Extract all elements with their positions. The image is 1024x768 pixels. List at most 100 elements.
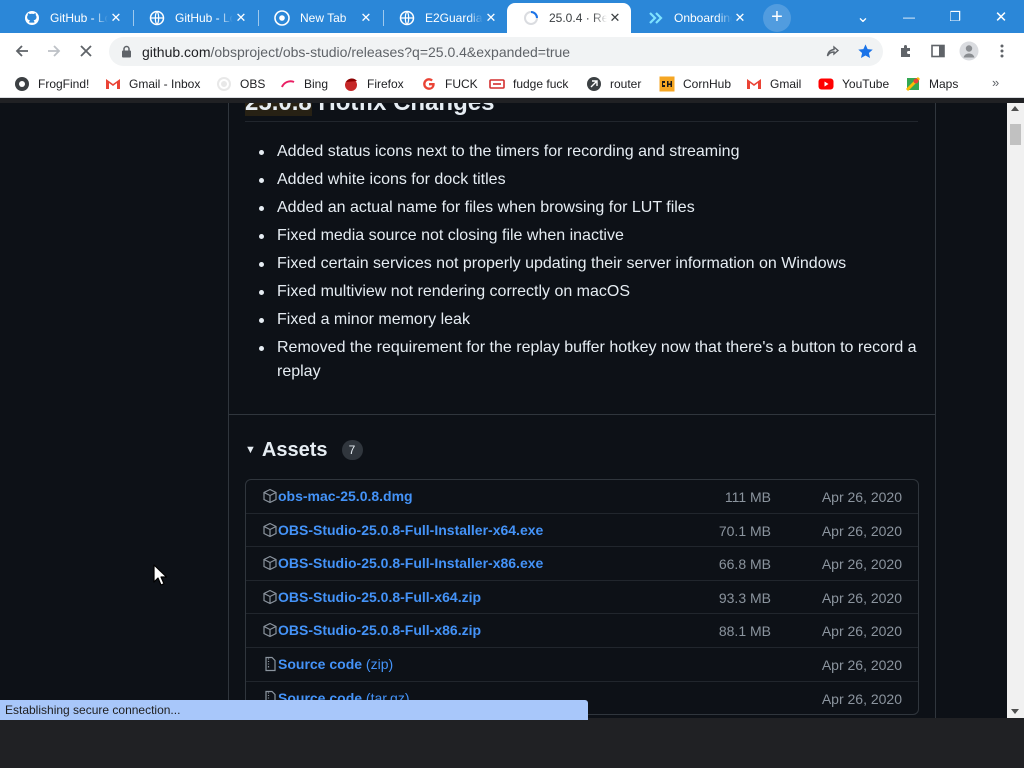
- asset-size: 70.1 MB: [718, 522, 771, 539]
- back-button[interactable]: [8, 37, 36, 65]
- release-notes-list: Added status icons next to the timers fo…: [245, 140, 918, 388]
- page-viewport: 25.0.8 Hotfix Changes Added status icons…: [0, 103, 1007, 718]
- gmail-icon: [746, 76, 762, 92]
- bookmark-gmail-inbox[interactable]: Gmail - Inbox: [105, 75, 200, 93]
- browser-toolbar: github.com/obsproject/obs-studio/release…: [0, 33, 1024, 70]
- package-icon: [263, 589, 277, 604]
- asset-download-link[interactable]: OBS-Studio-25.0.8-Full-x86.zip: [278, 622, 481, 638]
- list-item: Fixed certain services not properly upda…: [245, 252, 918, 276]
- close-icon[interactable]: ✕: [607, 10, 623, 26]
- bookmark-router[interactable]: router: [586, 75, 641, 93]
- list-item: Added status icons next to the timers fo…: [245, 140, 918, 164]
- package-icon: [263, 522, 277, 537]
- new-tab-button[interactable]: +: [763, 4, 791, 32]
- bookmark-label: FrogFind!: [38, 77, 90, 91]
- bookmark-fuck[interactable]: FUCK: [421, 75, 478, 93]
- asset-date: Apr 26, 2020: [821, 522, 902, 539]
- restore-button[interactable]: ❐: [932, 0, 978, 33]
- tab-e2guardian[interactable]: E2Guardian ✕: [383, 3, 507, 33]
- asset-date: Apr 26, 2020: [821, 489, 902, 505]
- file-zip-icon: [265, 656, 276, 672]
- bookmark-label: router: [610, 77, 642, 91]
- tab-title: GitHub - Lo: [50, 11, 108, 25]
- asset-row: Source code (zip) Apr 26, 2020: [246, 648, 918, 682]
- list-item: Added an actual name for files when brow…: [245, 196, 918, 220]
- close-window-button[interactable]: ✕: [978, 0, 1024, 33]
- asset-row: OBS-Studio-25.0.8-Full-x64.zip 93.3 MB A…: [246, 581, 918, 615]
- asset-download-link[interactable]: OBS-Studio-25.0.8-Full-x64.zip: [278, 589, 481, 605]
- page-scrollbar[interactable]: [1007, 103, 1024, 718]
- asset-download-link[interactable]: obs-mac-25.0.8.dmg: [278, 488, 413, 504]
- gmail-icon: [105, 76, 121, 92]
- scroll-down-icon[interactable]: [1011, 709, 1019, 714]
- package-icon: [263, 488, 277, 504]
- asset-size: 111 MB: [724, 489, 771, 505]
- tab-github-1[interactable]: GitHub - Lo ✕: [8, 3, 132, 33]
- scroll-up-icon[interactable]: [1011, 106, 1019, 111]
- star-icon: [858, 44, 873, 59]
- bookmark-cornhub[interactable]: CornHub: [659, 75, 731, 93]
- maps-icon: [905, 76, 921, 92]
- bookmark-fudge-fuck[interactable]: fudge fuck: [489, 75, 568, 93]
- side-panel-button[interactable]: [924, 37, 952, 65]
- bookmark-gmail[interactable]: Gmail: [746, 75, 801, 93]
- close-icon[interactable]: ✕: [358, 10, 374, 26]
- kebab-menu-icon: [1000, 44, 1004, 58]
- heading-divider: [245, 121, 918, 122]
- close-icon[interactable]: ✕: [483, 10, 499, 26]
- assets-label: Assets: [261, 438, 328, 461]
- bookmark-youtube[interactable]: YouTube: [818, 75, 889, 93]
- asset-format: (zip): [362, 655, 394, 672]
- scrollbar-thumb[interactable]: [1010, 124, 1021, 145]
- bookmark-frogfind[interactable]: FrogFind!: [14, 75, 89, 93]
- close-icon[interactable]: ✕: [732, 10, 748, 26]
- tab-github-2[interactable]: GitHub - Lo ✕: [133, 3, 257, 33]
- list-item: Fixed multiview not rendering correctly …: [245, 280, 918, 304]
- asset-row: OBS-Studio-25.0.8-Full-x86.zip 88.1 MB A…: [246, 614, 918, 648]
- bookmark-label: CornHub: [683, 77, 732, 91]
- asset-date: Apr 26, 2020: [821, 589, 902, 606]
- bookmark-label: Gmail - Inbox: [129, 77, 201, 91]
- profile-button[interactable]: [955, 37, 983, 65]
- bookmark-bing[interactable]: Bing: [280, 75, 328, 93]
- share-icon: [826, 45, 840, 57]
- obs-icon: [216, 76, 232, 92]
- assets-toggle[interactable]: ▼ Assets 7: [245, 437, 363, 463]
- list-item: Removed the requirement for the replay b…: [245, 336, 918, 384]
- bookmark-label: Maps: [929, 77, 959, 91]
- stop-loading-button[interactable]: [72, 37, 100, 65]
- mouse-cursor-icon: [153, 564, 167, 586]
- address-bar[interactable]: github.com/obsproject/obs-studio/release…: [109, 37, 883, 66]
- tab-release-active[interactable]: 25.0.4 · Rele ✕: [507, 3, 631, 33]
- asset-date: Apr 26, 2020: [821, 690, 902, 707]
- tab-search-button[interactable]: ⌄: [840, 0, 886, 33]
- close-icon[interactable]: ✕: [108, 10, 124, 26]
- extensions-button[interactable]: [892, 37, 920, 65]
- minimize-button[interactable]: —: [886, 0, 932, 33]
- asset-name: OBS-Studio-25.0.8-Full-Installer-x86.exe: [278, 555, 544, 572]
- bookmarks-overflow-button[interactable]: »: [992, 75, 999, 90]
- url-host: github.com: [142, 44, 211, 60]
- tab-strip: GitHub - Lo ✕ GitHub - Lo ✕ New Tab ✕ E2…: [0, 0, 1024, 33]
- close-icon[interactable]: ✕: [233, 10, 249, 26]
- tab-new-tab[interactable]: New Tab ✕: [258, 3, 382, 33]
- tab-onboarding[interactable]: Onboarding ✕: [632, 3, 756, 33]
- list-item: Fixed a minor memory leak: [245, 308, 918, 332]
- menu-button[interactable]: [988, 37, 1016, 65]
- forward-button[interactable]: [40, 37, 68, 65]
- avatar: [959, 41, 979, 61]
- bookmark-maps[interactable]: Maps: [905, 75, 958, 93]
- asset-download-link[interactable]: OBS-Studio-25.0.8-Full-Installer-x64.exe: [278, 522, 543, 538]
- package-icon: [263, 556, 277, 571]
- bookmark-firefox[interactable]: Firefox: [343, 75, 404, 93]
- asset-download-link[interactable]: OBS-Studio-25.0.8-Full-Installer-x86.exe: [278, 555, 543, 571]
- assets-count-badge: 7: [341, 440, 363, 460]
- asset-size: 66.8 MB: [718, 556, 771, 573]
- bookmark-obs[interactable]: OBS: [216, 75, 265, 93]
- heading-rest: Hotfix Changes: [312, 103, 494, 116]
- list-item: Added white icons for dock titles: [245, 168, 918, 192]
- bookmark-label: YouTube: [842, 77, 890, 91]
- asset-name: OBS-Studio-25.0.8-Full-Installer-x64.exe: [278, 521, 544, 538]
- bookmark-label: fudge fuck: [513, 77, 569, 91]
- asset-download-link[interactable]: Source code (zip): [278, 656, 393, 672]
